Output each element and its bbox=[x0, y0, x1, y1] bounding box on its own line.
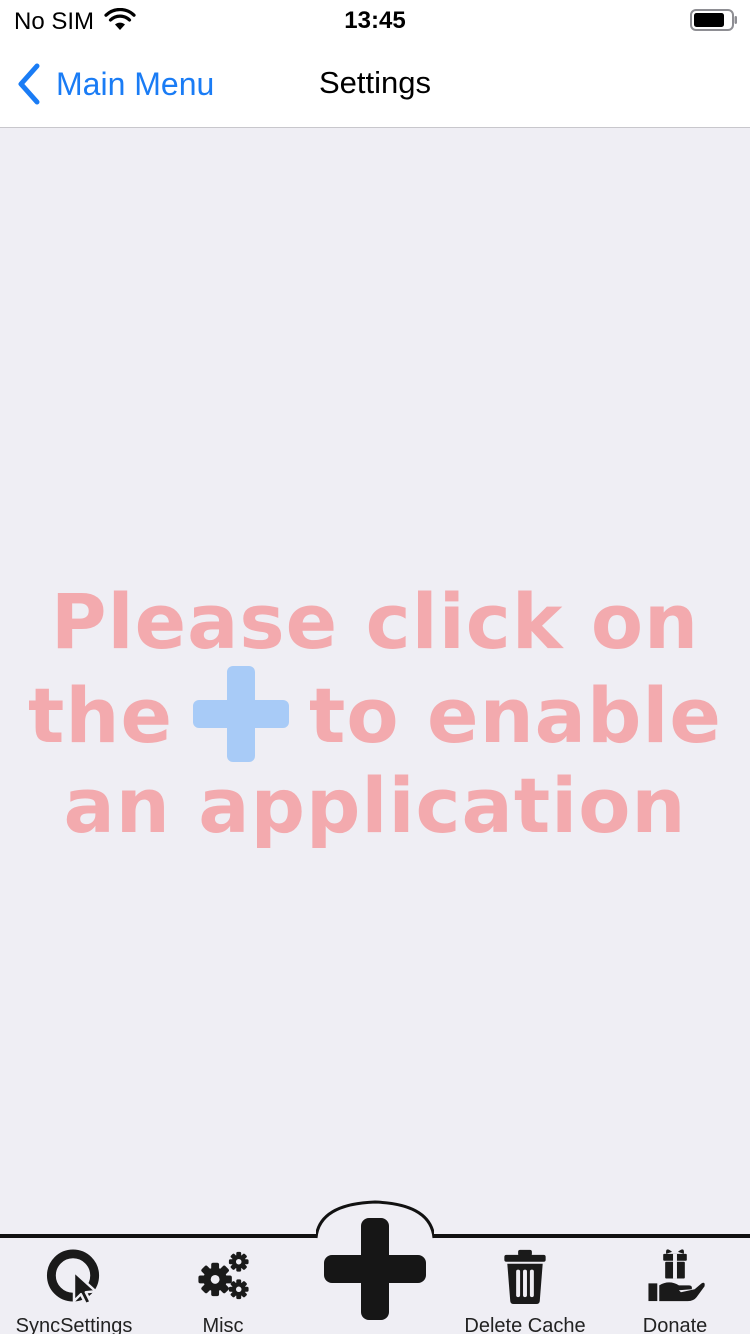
tab-label-donate: Donate bbox=[642, 1315, 708, 1334]
empty-state-line-3: an application bbox=[63, 761, 687, 850]
clock: 13:45 bbox=[344, 7, 406, 34]
empty-state-line-1: Please click on bbox=[50, 577, 700, 666]
tab-label-syncsettings: SyncSettings bbox=[15, 1315, 133, 1334]
empty-state-line-2-end: to enable bbox=[309, 671, 722, 760]
tab-misc[interactable]: Misc bbox=[148, 1238, 298, 1334]
tab-delete-cache[interactable]: Delete Cache bbox=[450, 1238, 600, 1334]
tab-label-misc: Misc bbox=[202, 1315, 244, 1334]
empty-state-line-2-start: the bbox=[28, 671, 174, 760]
sync-settings-icon bbox=[46, 1249, 100, 1305]
donate-icon bbox=[648, 1249, 705, 1302]
trash-icon bbox=[504, 1249, 546, 1305]
page-title: Settings bbox=[318, 65, 431, 100]
empty-state-line-2: the to enable bbox=[0, 664, 750, 764]
battery-icon bbox=[690, 9, 737, 31]
gears-icon bbox=[198, 1251, 249, 1300]
navigation-bar: Main Menu Settings bbox=[0, 40, 750, 128]
add-application-button[interactable] bbox=[322, 1216, 428, 1322]
tab-label-delete-cache: Delete Cache bbox=[464, 1315, 586, 1334]
plus-icon bbox=[193, 666, 290, 762]
tab-donate[interactable]: Donate bbox=[600, 1238, 750, 1334]
empty-state-message: Please click on the to enable an applica… bbox=[0, 580, 750, 848]
plus-icon bbox=[324, 1218, 426, 1320]
tab-syncsettings[interactable]: SyncSettings bbox=[0, 1238, 148, 1334]
status-bar: No SIM 13:45 bbox=[0, 0, 750, 40]
